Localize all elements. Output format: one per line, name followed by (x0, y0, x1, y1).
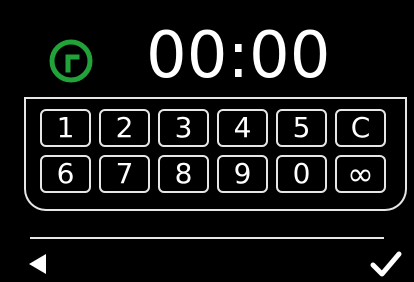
key-2[interactable]: 2 (99, 109, 150, 147)
back-arrow-icon[interactable] (26, 252, 50, 276)
key-3[interactable]: 3 (158, 109, 209, 147)
key-0[interactable]: 0 (276, 155, 327, 193)
key-8[interactable]: 8 (158, 155, 209, 193)
time-display: 00:00 (146, 19, 331, 93)
key-7[interactable]: 7 (99, 155, 150, 193)
clear-key[interactable]: C (335, 109, 386, 147)
key-6[interactable]: 6 (40, 155, 91, 193)
footer-divider (30, 237, 384, 239)
key-1[interactable]: 1 (40, 109, 91, 147)
timer-icon (49, 39, 93, 83)
key-4[interactable]: 4 (217, 109, 268, 147)
keypad: 1 2 3 4 5 C 6 7 8 9 0 ∞ (24, 97, 407, 211)
key-5[interactable]: 5 (276, 109, 327, 147)
infinity-key[interactable]: ∞ (335, 155, 386, 193)
checkmark-icon[interactable] (370, 250, 402, 278)
key-9[interactable]: 9 (217, 155, 268, 193)
